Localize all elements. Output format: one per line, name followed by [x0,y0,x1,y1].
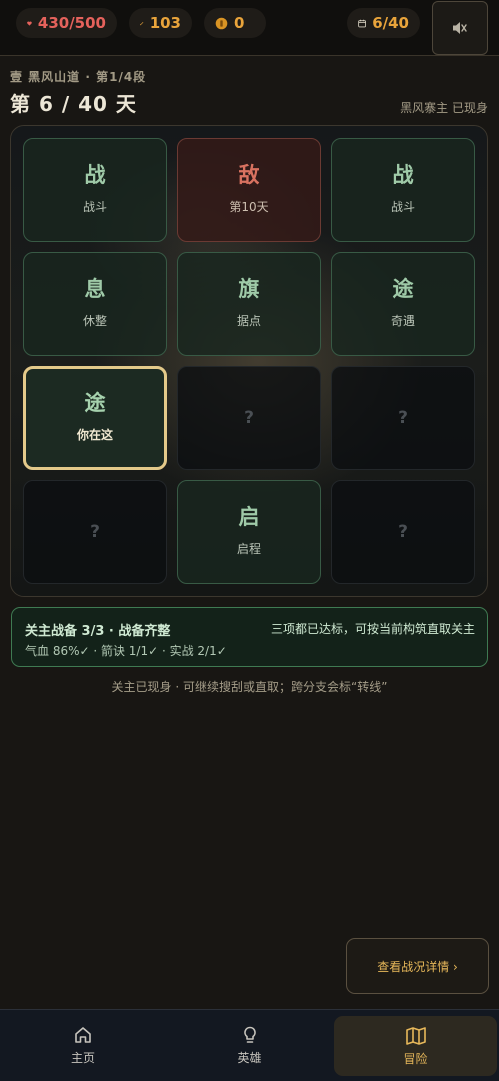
map-tile-unknown[interactable]: ? [177,366,321,470]
nav-adventure-label: 冒险 [403,1051,428,1066]
tile-label: 你在这 [76,428,113,442]
readiness-title: 关主战备 3/3 · 战备齐整 [25,624,171,639]
tile-glyph: 途 [84,391,106,415]
day-pill: 6/40 [347,8,420,38]
power-value: 103 [149,14,181,32]
day-title: 第 6 / 40 天 [10,92,137,116]
tile-glyph: 敌 [238,163,260,187]
coin-value: 0 [234,14,245,32]
day-value: 6/40 [372,14,409,32]
map-tile-battle[interactable]: 战 战斗 [23,138,167,242]
tile-label: 战斗 [82,200,107,214]
home-icon [75,1027,91,1043]
tile-glyph: ? [90,521,100,542]
lightbulb-icon [243,1026,256,1043]
coin-pill: 0 [204,8,266,38]
heart-icon [27,21,32,26]
tile-label: 战斗 [390,200,415,214]
tile-label: 奇遇 [390,314,415,328]
power-pill: 103 [129,8,192,38]
sound-toggle-button[interactable] [432,1,488,55]
readiness-stats: 气血 86%✓ · 箭诀 1/1✓ · 实战 2/1✓ [25,644,227,658]
map-tile-unknown[interactable]: ? [331,366,475,470]
tile-label: 休整 [82,314,107,328]
route-hint: 关主已现身 · 可继续搜刮或直取；跨分支会标“转线” [111,680,388,694]
tile-glyph: 启 [238,505,260,529]
hp-pill: 430/500 [16,8,117,38]
nav-home-label: 主页 [70,1051,95,1065]
hp-value: 430/500 [37,14,106,32]
map-tile-start[interactable]: 启 启程 [177,480,321,584]
map-tile-unknown[interactable]: ? [23,480,167,584]
battle-details-button[interactable]: 查看战况详情 › [346,938,489,994]
boss-status: 黑风寨主 已现身 [400,101,488,115]
nav-home[interactable]: 主页 [0,1010,166,1081]
stage-subtitle: 壹 黑风山道 · 第1/4段 [10,70,147,84]
nav-hero[interactable]: 英雄 [166,1010,333,1081]
calendar-icon [358,19,366,27]
tile-glyph: 战 [392,163,414,187]
tile-glyph: ? [244,407,254,428]
tile-glyph: 途 [392,277,414,301]
map-tile-outpost[interactable]: 旗 据点 [177,252,321,356]
tile-glyph: ? [398,521,408,542]
map-tile-battle[interactable]: 战 战斗 [331,138,475,242]
tile-glyph: ? [398,407,408,428]
tile-label: 启程 [236,542,261,556]
bottom-nav: 主页 英雄 冒险 [0,1009,499,1081]
nav-adventure[interactable]: 冒险 [334,1016,497,1076]
map-tile-rest[interactable]: 息 休整 [23,252,167,356]
boss-readiness-panel: 关主战备 3/3 · 战备齐整 气血 86%✓ · 箭诀 1/1✓ · 实战 2… [11,607,488,667]
map-tile-current[interactable]: 途 你在这 [23,366,167,470]
map-tile-encounter[interactable]: 途 奇遇 [331,252,475,356]
tile-glyph: 旗 [238,277,260,301]
brush-icon [140,21,144,25]
nav-hero-label: 英雄 [237,1051,262,1065]
tile-glyph: 息 [84,277,106,301]
tile-label: 据点 [236,314,261,328]
coin-icon [215,17,228,29]
map-icon [405,1026,426,1045]
tile-label: 第10天 [229,200,269,214]
tile-glyph: 战 [84,163,106,187]
map-tile-enemy[interactable]: 敌 第10天 [177,138,321,242]
status-bar: 430/500 103 0 6/40 [0,0,499,56]
readiness-note: 三项都已达标，可按当前构筑直取关主 [270,622,475,636]
map-tile-unknown[interactable]: ? [331,480,475,584]
speaker-muted-icon [453,22,467,34]
map-board: 战 战斗 敌 第10天 战 战斗 息 休整 旗 据点 途 奇遇 途 你在这 ? … [10,125,488,597]
